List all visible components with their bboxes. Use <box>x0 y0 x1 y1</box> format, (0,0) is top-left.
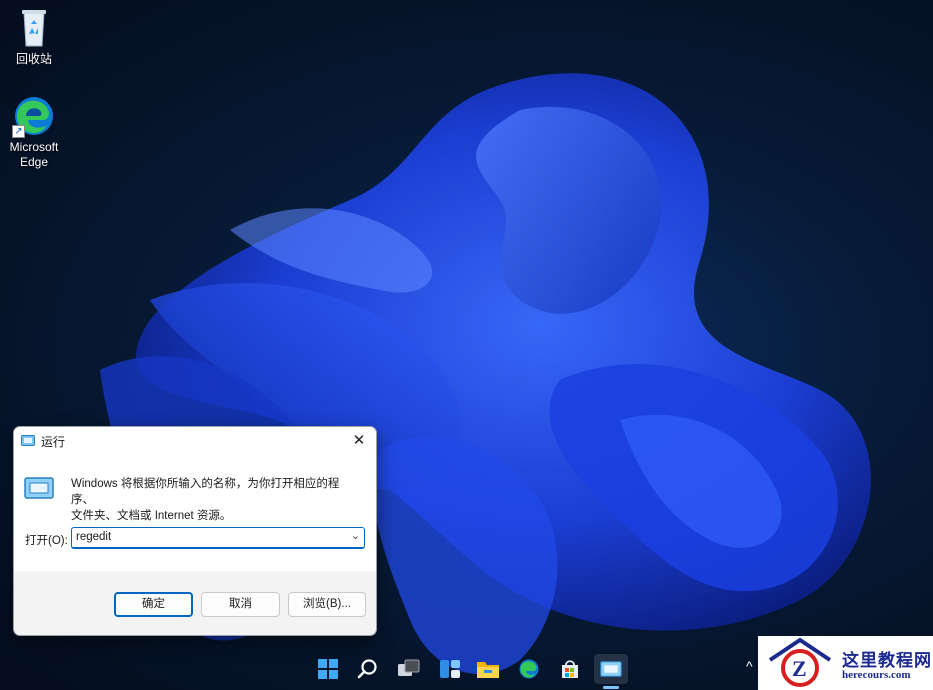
recycle-bin-icon <box>12 6 56 50</box>
watermark-title: 这里教程网 <box>842 651 932 671</box>
active-app-indicator <box>603 686 619 689</box>
open-combobox[interactable]: regedit ⌄ <box>71 527 365 549</box>
dialog-title: 运行 <box>41 435 66 449</box>
run-icon <box>24 477 54 499</box>
desktop-icon-label-line2: Edge <box>19 155 49 169</box>
desktop-icon-recycle-bin[interactable]: 回收站 <box>0 6 69 67</box>
browse-button[interactable]: 浏览(B)... <box>288 592 366 617</box>
description-line-1: Windows 将根据你所输入的名称，为你打开相应的程序、 <box>71 478 340 506</box>
chevron-down-icon[interactable]: ⌄ <box>351 529 360 542</box>
run-dialog: 运行 ✕ Windows 将根据你所输入的名称，为你打开相应的程序、 文件夹、文… <box>13 426 377 636</box>
cancel-button[interactable]: 取消 <box>201 592 280 617</box>
description-line-2: 文件夹、文档或 Internet 资源。 <box>71 510 232 522</box>
dialog-content: Windows 将根据你所输入的名称，为你打开相应的程序、 文件夹、文档或 In… <box>14 455 376 571</box>
desktop-icon-label-line1: Microsoft <box>9 140 59 154</box>
run-taskbar-icon[interactable] <box>594 654 628 684</box>
start-icon[interactable] <box>313 654 343 684</box>
dialog-titlebar[interactable]: 运行 ✕ <box>14 427 376 455</box>
search-icon[interactable] <box>353 654 383 684</box>
desktop-icon-edge[interactable]: ↗ Microsoft Edge <box>0 94 69 170</box>
store-icon[interactable] <box>555 654 585 684</box>
watermark: Z 这里教程网 herecours.com <box>758 636 933 690</box>
open-input[interactable]: regedit <box>76 531 111 543</box>
watermark-logo-icon: Z <box>768 638 832 687</box>
dialog-description: Windows 将根据你所输入的名称，为你打开相应的程序、 文件夹、文档或 In… <box>71 476 361 524</box>
open-label: 打开(O): <box>25 535 68 547</box>
tray-overflow-icon[interactable]: ^ <box>746 658 753 674</box>
svg-text:Z: Z <box>792 656 807 681</box>
file-explorer-icon[interactable] <box>473 654 503 684</box>
edge-icon: ↗ <box>12 94 56 138</box>
close-button[interactable]: ✕ <box>342 427 376 455</box>
watermark-url: herecours.com <box>842 669 911 681</box>
task-view-icon[interactable] <box>394 654 424 684</box>
edge-taskbar-icon[interactable] <box>514 654 544 684</box>
desktop-icon-label: 回收站 <box>15 52 52 66</box>
widgets-icon[interactable] <box>435 654 465 684</box>
shortcut-arrow-icon: ↗ <box>12 125 25 138</box>
ok-button[interactable]: 确定 <box>114 592 193 617</box>
run-app-icon <box>21 435 35 446</box>
